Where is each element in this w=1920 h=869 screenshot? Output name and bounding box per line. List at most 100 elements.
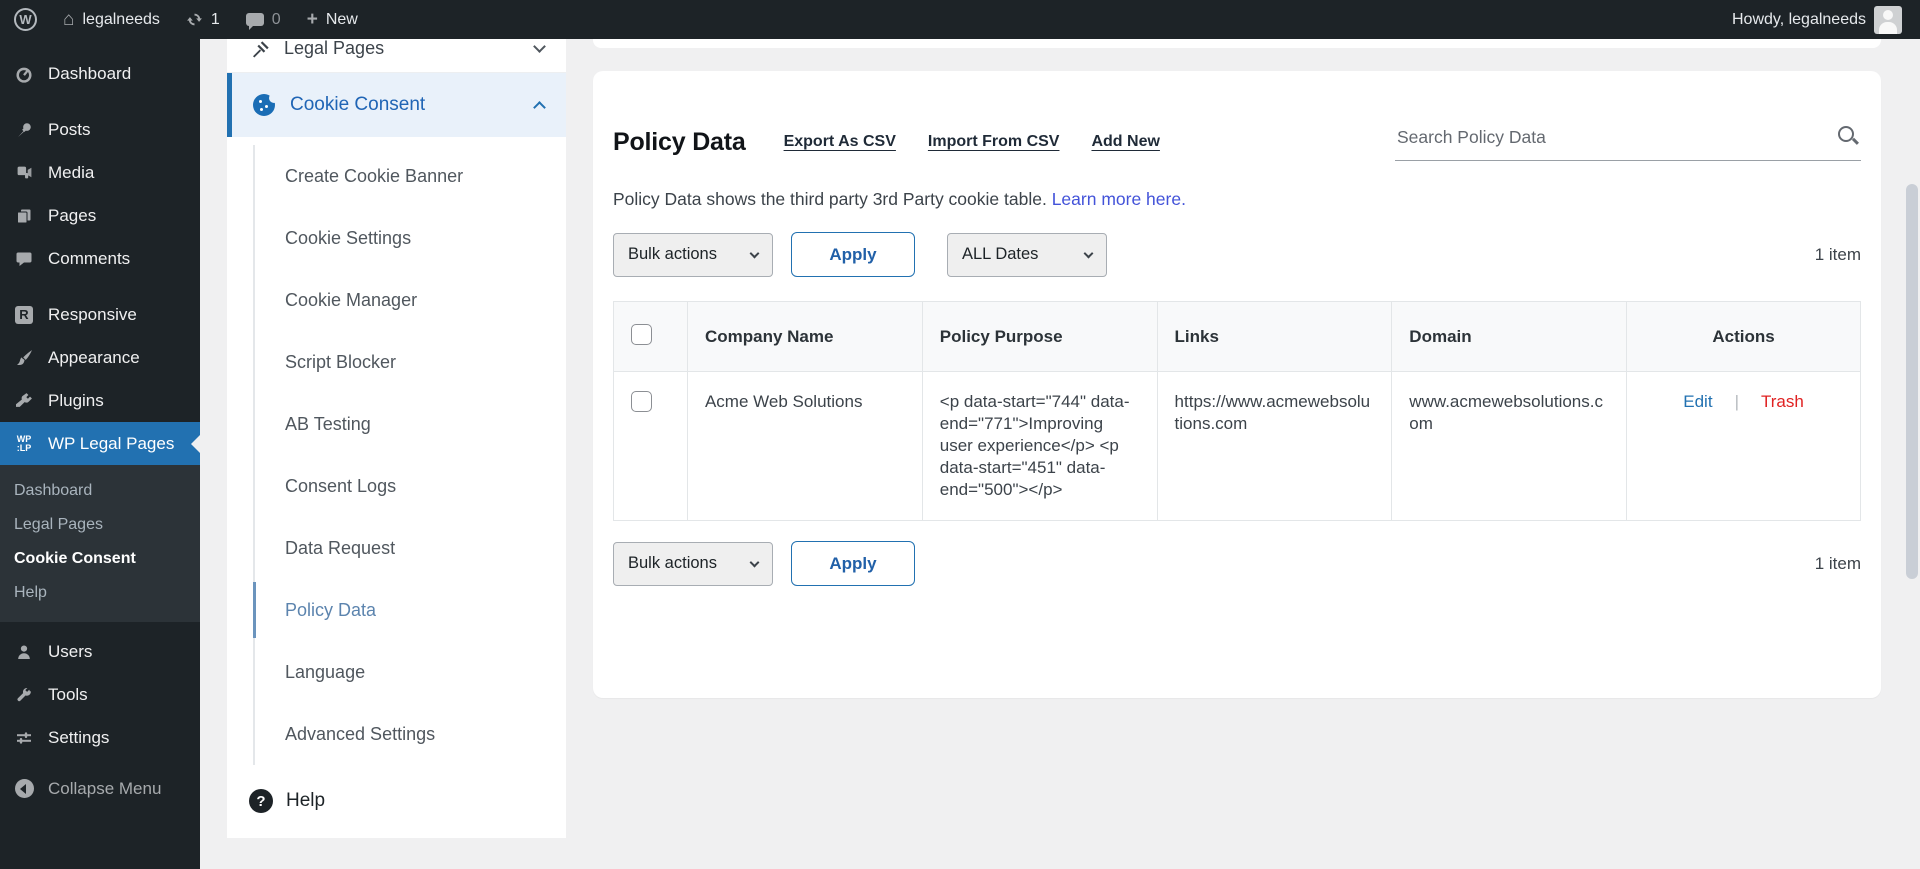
nav-item-label: Cookie Consent (290, 94, 426, 115)
nav-item-legal-pages[interactable]: Legal Pages (227, 39, 566, 73)
help-label: Help (286, 790, 326, 811)
subnav-item-script-blocker[interactable]: Script Blocker (255, 331, 566, 393)
plug-icon (13, 392, 35, 409)
wp-legal-pages-logo: WP:LP (16, 433, 32, 453)
row-checkbox[interactable] (631, 391, 652, 412)
subnav-item-create-cookie-banner[interactable]: Create Cookie Banner (255, 145, 566, 207)
site-link[interactable]: ⌂ legalneeds (63, 10, 160, 29)
gavel-icon (252, 40, 270, 58)
media-icon (13, 164, 35, 181)
updates-link[interactable]: 1 (186, 11, 220, 29)
collapse-menu-button[interactable]: Collapse Menu (0, 767, 200, 810)
bulk-actions-label: Bulk actions (628, 554, 717, 572)
sidebar-item-label: Responsive (48, 304, 137, 324)
updates-count: 1 (210, 10, 220, 28)
submenu-item-help[interactable]: Help (0, 576, 200, 610)
sidebar-item-media[interactable]: Media (0, 151, 200, 194)
sidebar-item-label: Comments (48, 248, 131, 268)
trash-link[interactable]: Trash (1761, 392, 1804, 411)
submenu-item-legal-pages[interactable]: Legal Pages (0, 508, 200, 542)
items-count: 1 item (1814, 244, 1861, 264)
pages-icon (13, 208, 35, 224)
dashboard-gauge-icon (13, 65, 35, 83)
table-row: Acme Web Solutions <p data-start="744" d… (613, 371, 1861, 521)
select-all-checkbox[interactable] (631, 323, 652, 345)
submenu-item-dashboard[interactable]: Dashboard (0, 474, 200, 508)
tablenav-bottom: Bulk actions Apply 1 item (613, 541, 1861, 586)
sidebar-item-appearance[interactable]: Appearance (0, 336, 200, 379)
sidebar-item-tools[interactable]: Tools (0, 673, 200, 716)
import-csv-link[interactable]: Import From CSV (928, 133, 1060, 151)
sidebar-item-posts[interactable]: Posts (0, 108, 200, 151)
responsive-icon: R (13, 305, 35, 324)
column-header-company-name: Company Name (686, 301, 923, 372)
sidebar-item-pages[interactable]: Pages (0, 194, 200, 237)
sidebar-item-comments[interactable]: Comments (0, 237, 200, 280)
nav-item-label: Legal Pages (284, 39, 385, 58)
collapse-arrow-icon (13, 779, 35, 798)
submenu-item-cookie-consent[interactable]: Cookie Consent (0, 542, 200, 576)
actions-separator: | (1734, 392, 1739, 411)
subnav-item-language[interactable]: Language (255, 641, 566, 703)
bulk-actions-select[interactable]: Bulk actions (613, 232, 773, 277)
scrollbar-thumb[interactable] (1906, 184, 1918, 579)
sidebar-item-users[interactable]: Users (0, 630, 200, 673)
search-box (1395, 123, 1861, 161)
select-chevron-icon (1083, 248, 1094, 258)
sidebar-item-wp-legal-pages[interactable]: WP:LP WP Legal Pages (0, 422, 200, 465)
apply-button[interactable]: Apply (791, 232, 915, 277)
apply-button-bottom[interactable]: Apply (791, 541, 915, 586)
subnav-item-cookie-settings[interactable]: Cookie Settings (255, 207, 566, 269)
comments-bubble-icon (245, 13, 264, 30)
cell-links: https://www.acmewebsolutions.com (1156, 371, 1393, 521)
wordpress-menu[interactable]: W (14, 8, 37, 31)
subnav-item-policy-data[interactable]: Policy Data (253, 579, 566, 641)
comment-icon (13, 251, 35, 267)
subnav-item-consent-logs[interactable]: Consent Logs (255, 455, 566, 517)
admin-bar-right: Howdy, legalneeds (1732, 5, 1902, 34)
cell-policy-purpose: <p data-start="744" data-end="771">Impro… (921, 371, 1158, 521)
header-actions: Export As CSV Import From CSV Add New (784, 133, 1160, 151)
sidebar-item-responsive[interactable]: R Responsive (0, 293, 200, 336)
sidebar-item-dashboard[interactable]: Dashboard (0, 52, 200, 95)
sidebar-item-label: Posts (48, 119, 91, 139)
avatar (1874, 5, 1902, 34)
wrench-icon (13, 687, 35, 703)
wordpress-logo-icon: W (14, 8, 37, 31)
nav-item-help[interactable]: ? Help (249, 789, 566, 813)
bulk-actions-select-bottom[interactable]: Bulk actions (613, 541, 773, 586)
my-account-link[interactable]: Howdy, legalneeds (1732, 5, 1902, 34)
column-header-policy-purpose: Policy Purpose (921, 301, 1158, 372)
items-count-bottom: 1 item (1814, 553, 1861, 573)
export-csv-link[interactable]: Export As CSV (784, 133, 896, 151)
new-content-link[interactable]: + New (307, 10, 358, 29)
dates-filter-label: ALL Dates (962, 245, 1039, 263)
cell-domain: www.acmewebsolutions.com (1391, 371, 1628, 521)
search-icon[interactable] (1837, 125, 1857, 145)
site-name: legalneeds (82, 10, 160, 28)
subnav-item-data-request[interactable]: Data Request (255, 517, 566, 579)
plugin-nav-panel: Legal Pages Cookie Consent Create Cookie… (227, 39, 566, 838)
comments-link[interactable]: 0 (245, 11, 281, 30)
sidebar-item-label: Pages (48, 205, 97, 225)
search-input[interactable] (1395, 123, 1861, 161)
edit-link[interactable]: Edit (1683, 392, 1712, 411)
subnav-item-cookie-manager[interactable]: Cookie Manager (255, 269, 566, 331)
scrollbar-track (1904, 39, 1920, 869)
tablenav-top: Bulk actions Apply ALL Dates 1 item (613, 232, 1861, 277)
subnav-item-advanced-settings[interactable]: Advanced Settings (255, 703, 566, 765)
sliders-icon (13, 730, 35, 746)
cookie-consent-subnav: Create Cookie Banner Cookie Settings Coo… (253, 145, 566, 765)
dates-filter-select[interactable]: ALL Dates (947, 232, 1107, 277)
chevron-down-icon (533, 40, 546, 53)
nav-item-cookie-consent[interactable]: Cookie Consent (227, 73, 566, 137)
description-text: Policy Data shows the third party 3rd Pa… (613, 189, 1047, 209)
collapse-menu-label: Collapse Menu (48, 778, 162, 798)
sidebar-item-settings[interactable]: Settings (0, 716, 200, 759)
add-new-link[interactable]: Add New (1091, 133, 1159, 151)
sidebar-item-plugins[interactable]: Plugins (0, 379, 200, 422)
learn-more-link[interactable]: Learn more here. (1052, 189, 1186, 209)
page-description: Policy Data shows the third party 3rd Pa… (613, 189, 1861, 210)
new-label: New (325, 10, 358, 28)
subnav-item-ab-testing[interactable]: AB Testing (255, 393, 566, 455)
